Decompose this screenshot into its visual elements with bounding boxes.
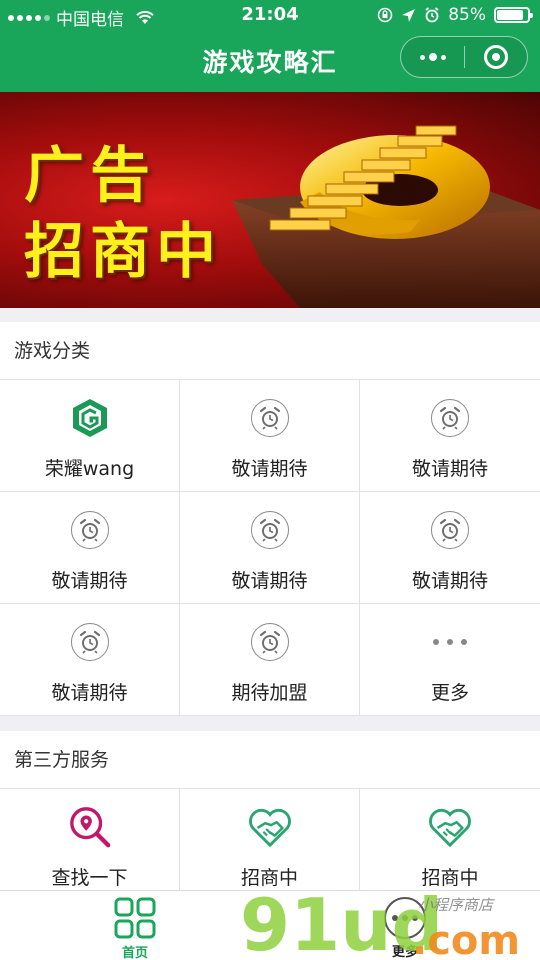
alarm-clock-icon — [248, 508, 292, 552]
category-item-coming-soon[interactable]: 敬请期待 — [0, 492, 180, 604]
game-categories-grid: 荣耀wang 敬请期待 敬请期待 敬请期待 敬请期待 敬请期待 敬请期待 期待加… — [0, 380, 540, 716]
handshake-heart-icon — [248, 805, 292, 849]
tab-home[interactable]: 首页 — [106, 897, 164, 960]
capsule-close-button[interactable] — [465, 45, 527, 69]
section-title-third-party: 第三方服务 — [0, 731, 540, 789]
watermark-logo: 91ud .com 小程序商店 — [240, 888, 520, 960]
status-bar: 中国电信 21:04 85% — [0, 0, 540, 30]
service-label: 招商中 — [240, 867, 298, 889]
honor-logo-icon — [68, 396, 112, 440]
close-target-icon — [484, 45, 508, 69]
category-item-honor[interactable]: 荣耀wang — [0, 380, 180, 492]
search-location-icon — [68, 805, 112, 849]
banner-line-1: 广告 — [24, 141, 156, 211]
more-dots-icon — [428, 620, 472, 664]
battery-fill — [497, 10, 523, 20]
service-label: 招商中 — [421, 867, 479, 889]
battery-icon — [494, 7, 533, 23]
alarm-clock-icon — [428, 508, 472, 552]
third-party-grid: 查找一下 招商中 招商中 — [0, 789, 540, 901]
category-label: 敬请期待 — [411, 458, 488, 480]
game-categories-section: 游戏分类 荣耀wang 敬请期待 敬请期待 敬请期待 敬请期待 敬请期待 敬请期… — [0, 322, 540, 716]
capsule-menu-button[interactable] — [401, 53, 464, 61]
status-right: 85% — [377, 5, 533, 25]
category-label: 期待加盟 — [231, 682, 308, 704]
top-bar: 中国电信 21:04 85% 游戏攻略汇 — [0, 0, 540, 92]
category-item-coming-soon[interactable]: 敬请期待 — [180, 380, 360, 492]
rotation-lock-icon — [377, 7, 393, 23]
category-item-coming-soon[interactable]: 敬请期待 — [360, 492, 540, 604]
section-title-game-categories: 游戏分类 — [0, 322, 540, 380]
category-item-coming-soon[interactable]: 敬请期待 — [0, 604, 180, 716]
ad-banner[interactable]: 广告 招商中 — [0, 92, 540, 308]
battery-percent: 85% — [448, 5, 486, 25]
watermark-tagline: 小程序商店 — [418, 896, 495, 914]
category-label: 敬请期待 — [51, 570, 128, 592]
banner-text: 广告 招商中 — [24, 138, 222, 290]
category-label: 敬请期待 — [231, 458, 308, 480]
alarm-clock-icon — [248, 396, 292, 440]
category-item-join-us[interactable]: 期待加盟 — [180, 604, 360, 716]
category-label: 敬请期待 — [231, 570, 308, 592]
category-label: 荣耀wang — [44, 458, 135, 480]
alarm-icon — [425, 7, 439, 23]
service-label: 查找一下 — [51, 867, 128, 889]
category-label: 敬请期待 — [51, 682, 128, 704]
category-label: 敬请期待 — [411, 570, 488, 592]
handshake-heart-icon — [428, 805, 472, 849]
location-arrow-icon — [402, 8, 416, 22]
nav-bar: 游戏攻略汇 — [0, 30, 540, 92]
alarm-clock-icon — [248, 620, 292, 664]
service-item-recruit[interactable]: 招商中 — [360, 789, 540, 901]
svg-text:.com: .com — [412, 918, 520, 960]
third-party-section: 第三方服务 查找一下 招商中 招商中 — [0, 731, 540, 901]
category-item-coming-soon[interactable]: 敬请期待 — [180, 492, 360, 604]
miniprogram-capsule — [400, 36, 528, 78]
alarm-clock-icon — [68, 508, 112, 552]
tab-home-label: 首页 — [121, 946, 148, 960]
alarm-clock-icon — [68, 620, 112, 664]
category-item-more[interactable]: 更多 — [360, 604, 540, 716]
service-item-search[interactable]: 查找一下 — [0, 789, 180, 901]
banner-line-2: 招商中 — [24, 217, 222, 287]
category-item-coming-soon[interactable]: 敬请期待 — [360, 380, 540, 492]
alarm-clock-icon — [428, 396, 472, 440]
category-label: 更多 — [430, 682, 469, 704]
grid-home-icon — [114, 897, 156, 939]
service-item-recruit[interactable]: 招商中 — [180, 789, 360, 901]
